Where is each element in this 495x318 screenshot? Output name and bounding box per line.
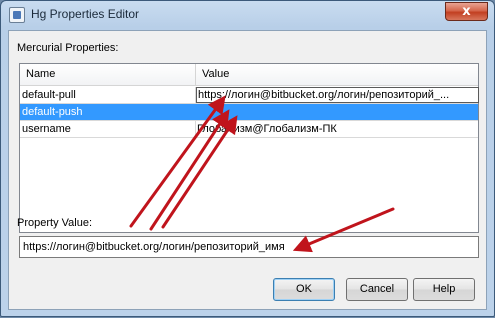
close-icon: x [462,4,471,19]
properties-table[interactable]: Name Value default-pull https://логин@bi… [19,63,479,233]
row-value: Глобализм@Глобализм-ПК [197,123,337,135]
property-value-label: Property Value: [17,217,93,229]
help-button[interactable]: Help [413,278,475,301]
row-name: username [22,123,71,135]
row-name: default-pull [22,89,76,101]
ok-button[interactable]: OK [273,278,335,301]
dialog-body: Mercurial Properties: Name Value default… [8,30,487,310]
property-value-input[interactable]: https://логин@bitbucket.org/логин/репози… [19,236,479,258]
mercurial-properties-label: Mercurial Properties: [17,42,119,54]
title-bar[interactable]: Hg Properties Editor x [1,1,494,29]
app-icon [9,7,25,23]
column-divider[interactable] [195,64,196,86]
window-title: Hg Properties Editor [31,7,140,21]
row-name: default-push [22,106,83,118]
table-header: Name Value [20,64,478,86]
column-header-name[interactable]: Name [26,68,55,80]
cell-divider [195,104,196,120]
table-row-default-push[interactable]: default-push [20,104,478,121]
close-button[interactable]: x [445,2,488,21]
hg-properties-editor-window: Hg Properties Editor x Mercurial Propert… [0,0,495,317]
column-header-value[interactable]: Value [202,68,229,80]
table-row-username[interactable]: username Глобализм@Глобализм-ПК [20,121,478,138]
cancel-button[interactable]: Cancel [346,278,408,301]
table-row-default-pull[interactable]: default-pull https://логин@bitbucket.org… [20,87,479,104]
cell-divider [195,121,196,137]
row-value-editor[interactable]: https://логин@bitbucket.org/логин/репози… [196,87,479,103]
